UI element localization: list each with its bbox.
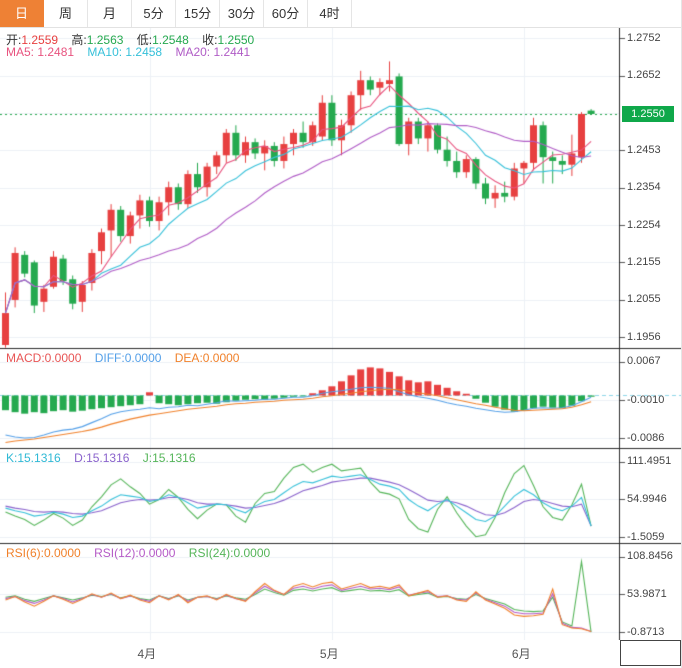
x-axis-month-label: 6月 [511,647,531,661]
y-axis-tick-label: -0.0086 [627,431,665,444]
tab-60min[interactable]: 60分 [264,0,308,27]
tab-5min[interactable]: 5分 [132,0,176,27]
y-axis-tick-label: 1.2055 [627,293,661,306]
y-axis-tick-label: -0.8713 [627,625,665,638]
y-axis-tick-label: 111.4951 [627,455,672,468]
y-axis-tick-label: -0.0010 [627,393,665,406]
x-axis-month-label: 5月 [319,647,339,661]
time-axis: 4月 5月 6月 [0,640,681,668]
y-axis-tick-label: -1.5059 [627,530,665,543]
current-price-tag: 1.2550 [622,106,674,122]
tab-day[interactable]: 日 [0,0,44,27]
chart-window: 日 周 月 5分 15分 30分 60分 4时 开:1.2559 高:1.256… [0,0,682,668]
y-axis-tick-label: 1.2254 [627,218,661,231]
y-axis-tick-label: 1.2453 [627,143,661,156]
y-axis-tick-label: 108.8456 [627,550,673,563]
axis-corner-box [620,640,681,666]
tab-week[interactable]: 周 [44,0,88,27]
y-axis-tick-label: 53.9871 [627,587,667,600]
chart-canvas[interactable] [0,28,681,640]
y-axis-tick-label: 0.0067 [627,355,661,368]
tab-month[interactable]: 月 [88,0,132,27]
price-axis: 1.2752 1.2652 1.2453 1.2354 1.2254 1.2155 1.20… [620,0,681,640]
y-axis-tick-label: 1.2155 [627,255,661,268]
y-axis-tick-label: 54.9946 [627,492,667,505]
y-axis-tick-label: 1.2354 [627,181,661,194]
tab-4hour[interactable]: 4时 [308,0,352,27]
tab-30min[interactable]: 30分 [220,0,264,27]
y-axis-tick-label: 1.2752 [627,31,661,44]
y-axis-tick-label: 1.2652 [627,69,661,82]
y-axis-tick-label: 1.1956 [627,330,661,343]
timeframe-tabbar: 日 周 月 5分 15分 30分 60分 4时 [0,0,681,28]
tab-15min[interactable]: 15分 [176,0,220,27]
x-axis-month-label: 4月 [137,647,157,661]
